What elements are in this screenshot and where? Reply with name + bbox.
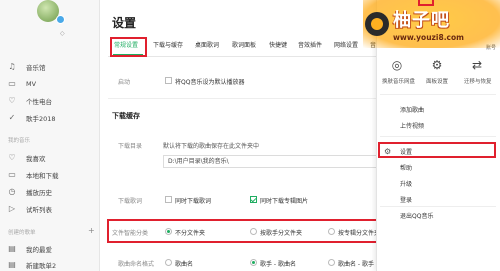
sidebar-item-label: 播放历史: [26, 189, 52, 197]
download-album-art-option: 同时下载专辑图片: [260, 198, 309, 205]
classify-singer-radio[interactable]: [250, 228, 257, 235]
classify-none-radio[interactable]: [165, 228, 172, 235]
tabs-divider: [108, 56, 378, 57]
menu-item-upgrade[interactable]: 升级: [400, 179, 412, 188]
heart-icon: ♡: [8, 153, 16, 162]
startup-label: 启动: [118, 79, 131, 86]
panel-settings-label: 面板设置: [426, 79, 449, 85]
classify-singer-option: 按歌手分文件夹: [260, 230, 303, 237]
gear-icon: ⚙: [384, 147, 392, 156]
naming-song-option: 歌曲名: [175, 261, 194, 268]
watermark-title: 柚子吧: [393, 10, 450, 31]
sidebar-item-label: 我喜欢: [26, 155, 46, 163]
sidebar-item-label: 个性电台: [26, 98, 52, 106]
sidebar-item-label: 我的最爱: [26, 246, 52, 254]
singer-icon: ✓: [8, 113, 16, 122]
sidebar-item-local[interactable]: ▭ 本地和下载: [0, 168, 100, 182]
naming-song-singer-option: 歌曲名 - 歌手: [338, 261, 374, 268]
tab-desktop-lyrics[interactable]: 桌面歌词: [195, 38, 219, 54]
naming-singer-song-option: 歌手 - 歌曲名: [260, 261, 296, 268]
computer-icon: ▭: [8, 170, 16, 179]
download-dir-label: 下载目录: [118, 143, 143, 150]
sidebar-item-radio[interactable]: ♡ 个性电台: [0, 94, 100, 108]
tab-hotkeys[interactable]: 快捷键: [269, 38, 287, 54]
highlight-menu-button: [418, 0, 434, 6]
menu-divider: [380, 206, 496, 207]
sidebar-item-label: 试听列表: [26, 206, 52, 214]
menu-item-help[interactable]: 帮助: [400, 163, 412, 172]
music-icon: ♫: [8, 62, 16, 71]
classify-label: 文件智能分类: [112, 230, 149, 237]
sidebar-item-label: 音乐馆: [26, 64, 46, 72]
tab-network[interactable]: 网络设置: [334, 38, 358, 54]
sidebar-item-liked[interactable]: ♡ 我喜欢: [0, 151, 100, 165]
created-playlists-heading: 创建的歌单: [8, 230, 36, 236]
watermark-url: www.youzi8.com: [393, 33, 464, 42]
tab-lyrics-panel[interactable]: 歌词面板: [232, 38, 256, 54]
classify-album-radio[interactable]: [328, 228, 335, 235]
sidebar-item-playlist-new2[interactable]: ▤ 新建歌单2: [0, 258, 100, 271]
sidebar: ◇ ♫ 音乐馆 ▭ MV ♡ 个性电台 ✓ 歌手2018 我的音乐 ♡ 我喜欢 …: [0, 0, 100, 271]
panel-settings-icon[interactable]: ⚙: [430, 58, 444, 72]
default-player-option: 将QQ音乐设为默认播放器: [175, 79, 245, 86]
sidebar-item-mv[interactable]: ▭ MV: [0, 77, 100, 91]
playlist-icon: ▤: [8, 260, 16, 269]
menu-item-upload-video[interactable]: 上传视频: [400, 121, 424, 130]
migrate-icon[interactable]: ⇄: [470, 58, 484, 72]
vip-indicator-icon: ◇: [60, 30, 65, 37]
play-list-icon: ▷: [8, 204, 16, 213]
playlist-icon: ▤: [8, 244, 16, 253]
sidebar-item-music-hall[interactable]: ♫ 音乐馆: [0, 60, 100, 74]
highlight-settings-item: [378, 142, 496, 158]
clock-icon: ◷: [8, 187, 16, 196]
sidebar-item-label: 新建歌单2: [26, 262, 57, 270]
radio-icon: ♡: [8, 96, 16, 105]
menu-item-exit[interactable]: 退出QQ音乐: [400, 211, 433, 220]
sidebar-item-singer[interactable]: ✓ 歌手2018: [0, 111, 100, 125]
naming-singer-song-radio[interactable]: [250, 259, 257, 266]
download-lyrics-label: 下载歌词: [118, 198, 143, 205]
menu-item-settings[interactable]: 设置: [400, 147, 412, 156]
watermark-logo-icon: [365, 12, 389, 36]
menu-divider: [380, 94, 496, 95]
sidebar-item-label: MV: [26, 80, 37, 88]
download-dir-hint: 默认将下载的歌曲保存在此文件夹中: [163, 143, 260, 150]
migrate-label: 迁移与恢复: [464, 79, 492, 85]
classify-album-option: 按专辑分文件夹: [338, 230, 381, 237]
download-lyrics-option: 同时下载歌词: [175, 198, 212, 205]
download-lyrics-checkbox[interactable]: [165, 196, 172, 203]
skin-label: 换肤音乐网盘: [382, 79, 416, 85]
menu-divider: [380, 136, 496, 137]
highlight-general-tab: [110, 37, 147, 57]
sidebar-item-playlist-favorite[interactable]: ▤ 我的最爱: [0, 242, 100, 256]
naming-song-radio[interactable]: [165, 259, 172, 266]
tab-download-cache[interactable]: 下载与缓存: [153, 38, 183, 54]
sidebar-item-history[interactable]: ◷ 播放历史: [0, 185, 100, 199]
default-player-checkbox[interactable]: [165, 77, 172, 84]
naming-song-singer-radio[interactable]: [328, 259, 335, 266]
vip-badge-icon: [56, 15, 65, 24]
naming-label: 歌曲命名格式: [118, 261, 155, 268]
skin-icon[interactable]: ◎: [390, 58, 404, 72]
download-path-field[interactable]: D:\用户目录\我的音乐\: [163, 155, 388, 168]
classify-none-option: 不分文件夹: [175, 230, 206, 237]
my-music-heading: 我的音乐: [8, 138, 31, 144]
download-section-title: 下载缓存: [112, 112, 140, 120]
sidebar-item-label: 本地和下载: [26, 172, 59, 180]
divider: [108, 98, 378, 99]
page-title: 设置: [112, 16, 137, 30]
video-icon: ▭: [8, 79, 16, 88]
tab-audio-plugins[interactable]: 音效插件: [298, 38, 322, 54]
menu-item-add-songs[interactable]: 添加歌曲: [400, 105, 424, 114]
download-album-art-checkbox[interactable]: [250, 196, 257, 203]
sidebar-item-trial[interactable]: ▷ 试听列表: [0, 202, 100, 216]
add-playlist-icon[interactable]: +: [88, 226, 95, 235]
sidebar-item-label: 歌手2018: [26, 115, 56, 123]
menu-item-login[interactable]: 登录: [400, 195, 412, 204]
site-watermark: 柚子吧 www.youzi8.com: [363, 0, 500, 48]
